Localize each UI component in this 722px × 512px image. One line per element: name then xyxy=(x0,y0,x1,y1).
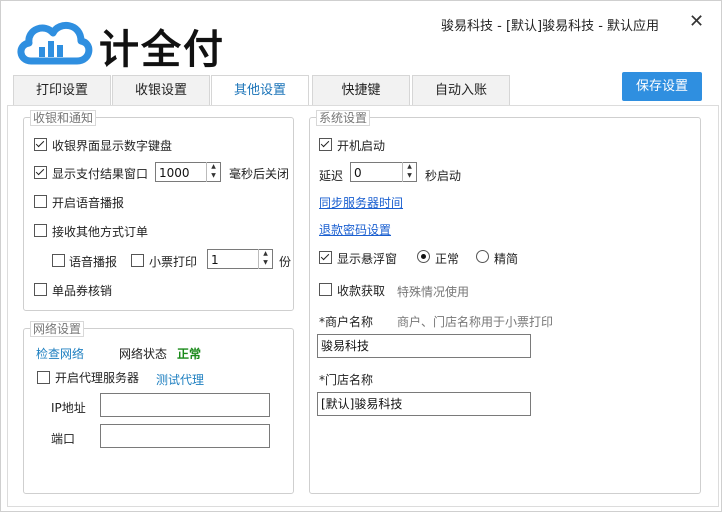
mode-compact-radio[interactable] xyxy=(476,250,489,263)
check-network-link[interactable]: 检查网络 xyxy=(36,345,84,362)
receipt-copies-suffix: 份 xyxy=(279,255,292,269)
receipt-print-label: 小票打印 xyxy=(149,255,198,269)
float-window-checkbox[interactable] xyxy=(319,251,332,264)
store-name-input[interactable]: [默认]骏易科技 xyxy=(317,392,531,416)
save-settings-button[interactable]: 保存设置 xyxy=(622,72,702,101)
voice-broadcast-label: 语音播报 xyxy=(69,255,118,269)
tab-cashier-settings[interactable]: 收银设置 xyxy=(112,75,210,106)
mode-normal-radio[interactable] xyxy=(417,250,430,263)
delay-label: 延迟 xyxy=(319,169,344,183)
ip-input[interactable] xyxy=(100,393,270,417)
merchant-name-hint: 商户、门店名称用于小票打印 xyxy=(397,315,554,329)
test-proxy-link[interactable]: 测试代理 xyxy=(156,371,204,388)
collect-checkbox[interactable] xyxy=(319,283,332,296)
tab-shortcuts[interactable]: 快捷键 xyxy=(312,75,410,106)
voice-broadcast-checkbox[interactable] xyxy=(52,254,65,267)
receipt-copies-stepper[interactable]: ▲ ▼ xyxy=(258,249,272,269)
close-icon[interactable]: ✕ xyxy=(689,11,704,32)
window-title: 骏易科技 - [默认]骏易科技 - 默认应用 xyxy=(441,19,660,34)
proxy-checkbox[interactable] xyxy=(37,371,50,384)
autostart-checkbox[interactable] xyxy=(319,138,332,151)
mode-compact-label: 精简 xyxy=(494,252,519,266)
voice-checkbox[interactable] xyxy=(34,195,47,208)
receipt-copies-value: 1 xyxy=(211,253,219,267)
voice-label: 开启语音播报 xyxy=(52,196,125,210)
store-name-value: [默认]骏易科技 xyxy=(321,397,403,411)
collect-label: 收款获取 xyxy=(337,284,386,298)
autostart-label: 开机启动 xyxy=(337,139,386,153)
close-delay-value: 1000 xyxy=(159,166,190,180)
tab-other-settings[interactable]: 其他设置 xyxy=(211,75,309,106)
port-input[interactable] xyxy=(100,424,270,448)
cloud-logo-icon xyxy=(17,22,93,65)
show-numpad-label: 收银界面显示数字键盘 xyxy=(52,139,173,153)
receive-orders-checkbox[interactable] xyxy=(34,224,47,237)
network-status-value: 正常 xyxy=(177,347,202,361)
app-window: 计全付 骏易科技 - [默认]骏易科技 - 默认应用 ✕ 打印设置 收银设置 其… xyxy=(0,0,722,512)
collect-hint: 特殊情况使用 xyxy=(397,285,470,299)
show-result-label: 显示支付结果窗口 xyxy=(52,167,149,181)
show-result-checkbox[interactable] xyxy=(34,166,47,179)
delay-value: 0 xyxy=(354,166,362,180)
merchant-name-label: *商户名称 xyxy=(319,315,374,329)
system-legend: 系统设置 xyxy=(316,110,371,126)
close-delay-suffix: 毫秒后关闭 xyxy=(229,167,290,181)
receipt-print-checkbox[interactable] xyxy=(131,254,144,267)
ip-label: IP地址 xyxy=(51,401,86,415)
show-numpad-checkbox[interactable] xyxy=(34,138,47,151)
refund-password-link[interactable]: 退款密码设置 xyxy=(319,221,391,238)
network-legend: 网络设置 xyxy=(30,321,85,337)
port-label: 端口 xyxy=(51,432,76,446)
delay-suffix: 秒启动 xyxy=(425,169,462,183)
float-window-label: 显示悬浮窗 xyxy=(337,252,398,266)
tab-print-settings[interactable]: 打印设置 xyxy=(13,75,111,106)
merchant-name-input[interactable]: 骏易科技 xyxy=(317,334,531,358)
merchant-name-value: 骏易科技 xyxy=(321,339,370,353)
proxy-label: 开启代理服务器 xyxy=(55,371,140,385)
network-status-label: 网络状态 xyxy=(119,347,168,361)
mode-normal-label: 正常 xyxy=(435,252,460,266)
cashier-notify-legend: 收银和通知 xyxy=(30,110,97,126)
app-logo: 计全付 xyxy=(15,15,245,73)
delay-stepper[interactable]: ▲ ▼ xyxy=(402,162,416,182)
store-name-label: *门店名称 xyxy=(319,373,374,387)
tab-auto-posting[interactable]: 自动入账 xyxy=(412,75,510,106)
close-delay-stepper[interactable]: ▲ ▼ xyxy=(206,162,220,182)
receive-orders-label: 接收其他方式订单 xyxy=(52,225,149,239)
logo-text: 计全付 xyxy=(99,27,225,73)
sync-server-time-link[interactable]: 同步服务器时间 xyxy=(319,194,403,211)
coupon-checkbox[interactable] xyxy=(34,283,47,296)
coupon-label: 单品券核销 xyxy=(52,284,113,298)
